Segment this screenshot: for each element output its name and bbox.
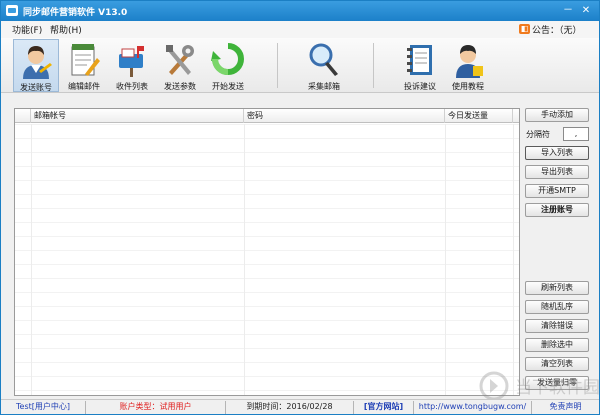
column-header-index[interactable] [15, 109, 31, 123]
mailbox-icon [119, 46, 144, 77]
status-url-link[interactable]: http://www.tongbugw.com/ [414, 401, 532, 414]
status-expire-date: 到期时间：2016/02/28 [226, 401, 354, 414]
watermark-text: 当下软件园 [515, 378, 600, 398]
tool-send-account[interactable]: 发送账号 [13, 39, 59, 92]
tool-recipient-list[interactable]: 收件列表 [109, 39, 155, 92]
delete-selected-button[interactable]: 删除选中 [525, 338, 589, 352]
column-header-password[interactable]: 密码 [244, 109, 445, 123]
wrench-tools-icon [166, 45, 194, 75]
magnifier-icon [309, 43, 338, 76]
toolbar-separator [373, 43, 374, 88]
clear-errors-button[interactable]: 清除错误 [525, 319, 589, 333]
column-header-email[interactable]: 邮箱帐号 [31, 109, 244, 123]
column-divider [244, 124, 245, 395]
toolbar-separator [277, 43, 278, 88]
separator-input[interactable]: , [563, 127, 589, 141]
watermark-logo-icon [479, 371, 509, 401]
column-divider [445, 124, 446, 395]
export-list-button[interactable]: 导出列表 [525, 165, 589, 179]
tool-tutorial-label: 使用教程 [452, 82, 484, 91]
tool-collect-mail-label: 采集邮箱 [308, 82, 340, 91]
tool-send-params[interactable]: 发送参数 [157, 39, 203, 92]
green-refresh-icon [211, 43, 244, 75]
tool-start-send[interactable]: 开始发送 [205, 39, 251, 92]
status-bar: Test[用户中心] 账户类型：试用用户 到期时间：2016/02/28 [官方… [1, 399, 599, 414]
import-list-button[interactable]: 导入列表 [525, 146, 589, 160]
app-logo-icon [6, 5, 18, 16]
separator-label: 分隔符 [526, 130, 550, 139]
refresh-list-button[interactable]: 刷新列表 [525, 281, 589, 295]
menu-help[interactable]: 帮助(H) [50, 23, 82, 36]
column-divider [513, 124, 514, 395]
tutor-person-icon [456, 45, 483, 78]
column-header-today-sent[interactable]: 今日发送量 [445, 109, 513, 123]
notice-text[interactable]: 公告：（无） [532, 23, 582, 36]
tool-start-send-label: 开始发送 [212, 82, 244, 91]
register-account-button[interactable]: 注册账号 [525, 203, 589, 217]
clear-list-button[interactable]: 清空列表 [525, 357, 589, 371]
notice-icon: ◧ [519, 24, 530, 34]
status-user-center[interactable]: Test[用户中心] [1, 401, 86, 414]
user-avatar-icon [23, 46, 52, 79]
tool-feedback[interactable]: 投诉建议 [397, 39, 443, 92]
tool-collect-mail[interactable]: 采集邮箱 [301, 39, 347, 92]
status-disclaimer-link[interactable]: 免责声明 [532, 401, 599, 414]
toolbar: 发送账号 编辑邮件 收件列表 发送参数 开始发送 采集邮箱 投诉建议 使用教程 [1, 38, 599, 93]
notepad-pencil-icon [71, 44, 100, 76]
app-window: 同步邮件营销软件 V13.0 － ✕ 功能(F) 帮助(H) ◧ 公告：（无） … [0, 0, 600, 415]
tool-edit-mail[interactable]: 编辑邮件 [61, 39, 107, 92]
title-bar: 同步邮件营销软件 V13.0 － ✕ [1, 1, 599, 21]
table-body[interactable] [15, 124, 519, 395]
random-order-button[interactable]: 随机乱序 [525, 300, 589, 314]
tool-tutorial[interactable]: 使用教程 [445, 39, 491, 92]
status-official-site-link[interactable]: [官方网站] [354, 401, 414, 414]
column-divider [31, 124, 32, 395]
minimize-button[interactable]: － [561, 4, 575, 17]
manual-add-button[interactable]: 手动添加 [525, 108, 589, 122]
notebook-icon [407, 45, 432, 75]
menu-bar: 功能(F) 帮助(H) ◧ 公告：（无） [1, 21, 599, 38]
account-table[interactable]: 邮箱帐号 密码 今日发送量 [14, 108, 520, 396]
close-button[interactable]: ✕ [579, 4, 593, 17]
table-header: 邮箱帐号 密码 今日发送量 [15, 109, 519, 123]
menu-function[interactable]: 功能(F) [12, 23, 42, 36]
status-account-type: 账户类型：试用用户 [86, 401, 226, 414]
enable-smtp-button[interactable]: 开通SMTP [525, 184, 589, 198]
window-title: 同步邮件营销软件 V13.0 [23, 8, 128, 18]
